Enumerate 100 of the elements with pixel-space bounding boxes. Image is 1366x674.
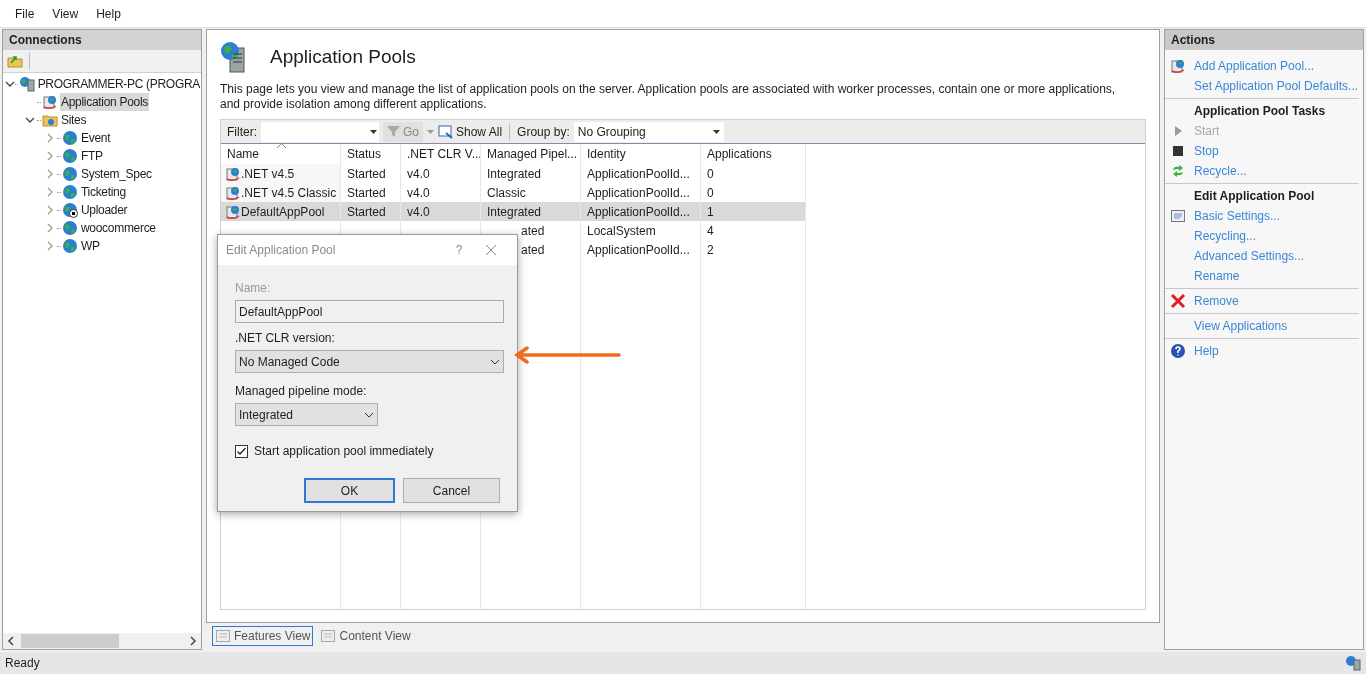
- table-cell-text: ApplicationPoolId...: [587, 165, 690, 183]
- table-cell-text: 0: [707, 165, 714, 183]
- pipeline-label: Managed pipeline mode:: [235, 383, 368, 400]
- tree-item[interactable]: Event: [80, 129, 112, 147]
- column-header[interactable]: Managed Pipel...: [481, 144, 581, 164]
- start-immediately-label: Start application pool immediately: [254, 443, 434, 460]
- pipeline-dropdown[interactable]: Integrated: [235, 403, 378, 426]
- action-link[interactable]: Recycle...: [1194, 162, 1247, 180]
- app-pool-icon: [225, 165, 241, 182]
- tree-item[interactable]: WP: [80, 237, 101, 255]
- clr-label: .NET CLR version:: [235, 330, 336, 347]
- show-all-button[interactable]: Show All: [438, 122, 503, 141]
- app-pool-icon: [42, 94, 58, 110]
- tree-item[interactable]: PROGRAMMER-PC (PROGRA: [36, 75, 201, 93]
- dropdown-caret-icon: [370, 129, 377, 134]
- group-by-label: Group by:: [517, 123, 570, 141]
- filter-field[interactable]: [261, 121, 379, 142]
- table-cell-text: ApplicationPoolId...: [587, 184, 690, 202]
- scroll-left-icon[interactable]: [7, 636, 15, 646]
- table-cell-text: ApplicationPoolId...: [587, 241, 690, 259]
- checkbox[interactable]: [235, 444, 248, 458]
- column-header[interactable]: Applications: [701, 144, 806, 164]
- panel-header: Connections: [3, 30, 201, 50]
- menu-item[interactable]: File: [8, 4, 42, 23]
- name-field[interactable]: DefaultAppPool: [235, 300, 504, 323]
- action-link[interactable]: Help: [1194, 342, 1219, 360]
- tree-item[interactable]: Application Pools: [60, 93, 149, 111]
- action-link[interactable]: Rename: [1194, 267, 1240, 285]
- remove-icon: [1170, 293, 1186, 309]
- panel-header: Actions: [1165, 30, 1363, 50]
- group-by-dropdown[interactable]: No Grouping: [573, 121, 724, 142]
- table-cell-text: v4.0: [407, 184, 430, 202]
- view-tab[interactable]: Features View: [212, 626, 314, 646]
- app-pool-icon: [225, 203, 241, 220]
- tree-item[interactable]: System_Spec: [80, 165, 153, 183]
- server-icon: [18, 76, 35, 92]
- dropdown-caret-icon: [490, 358, 500, 365]
- table-cell-text: ApplicationPoolId...: [587, 203, 690, 221]
- menu-item[interactable]: Help: [89, 4, 128, 23]
- tree-item[interactable]: Ticketing: [80, 183, 127, 201]
- table-row[interactable]: .NET v4.5 Classic Started v4.0 Classic ApplicationPoolId... 0: [221, 183, 806, 202]
- action-link[interactable]: Remove: [1194, 292, 1239, 310]
- table-cell-text: 0: [707, 184, 714, 202]
- action-link[interactable]: Recycling...: [1194, 227, 1257, 245]
- tree-item[interactable]: FTP: [80, 147, 104, 165]
- features-grid-icon: [215, 628, 231, 644]
- help-button[interactable]: ?: [447, 241, 471, 259]
- clr-dropdown[interactable]: No Managed Code: [235, 350, 504, 373]
- column-header[interactable]: Identity: [581, 144, 701, 164]
- documents-icon: [320, 628, 337, 644]
- page-title: Application Pools: [270, 44, 416, 69]
- help-icon: [1170, 343, 1186, 359]
- view-tab[interactable]: Content View: [317, 626, 414, 646]
- app-pool-icon: [225, 184, 241, 201]
- recycle-icon: [1170, 163, 1186, 179]
- funnel-icon: [387, 125, 400, 138]
- show-all-icon: [438, 124, 454, 139]
- name-label: Name:: [235, 280, 272, 297]
- table-cell-text: v4.0: [407, 203, 430, 221]
- filter-label: Filter:: [227, 123, 257, 141]
- ok-button[interactable]: OK: [304, 478, 395, 503]
- menu-item[interactable]: View: [45, 4, 86, 23]
- action-link[interactable]: Advanced Settings...: [1194, 247, 1305, 265]
- tree-item[interactable]: Uploader: [80, 201, 129, 219]
- table-cell-text: Started: [347, 165, 386, 183]
- table-row[interactable]: .NET v4.5 Started v4.0 Integrated ApplicationPoolId... 0: [221, 164, 806, 183]
- table-cell-text: 2: [707, 241, 714, 259]
- folder-icon: [42, 112, 58, 128]
- table-row[interactable]: DefaultAppPool Started v4.0 Integrated ApplicationPoolId... 1: [221, 202, 806, 221]
- cancel-button[interactable]: Cancel: [403, 478, 500, 503]
- column-header[interactable]: Status: [341, 144, 401, 164]
- action-link[interactable]: Stop: [1194, 142, 1219, 160]
- action-link[interactable]: View Applications: [1194, 317, 1288, 335]
- table-cell-text: Classic: [487, 184, 526, 202]
- table-cell-text: Integrated: [487, 203, 542, 221]
- add-pool-icon: [1170, 58, 1186, 74]
- table-cell-text: .NET v4.5: [241, 165, 295, 183]
- table-cell-text: DefaultAppPool: [241, 203, 325, 221]
- dropdown-caret-icon[interactable]: [427, 129, 434, 134]
- dialog-title: Edit Application Pool: [226, 242, 337, 259]
- page-description: This page lets you view and manage the list of application pools on the server. Application pools are associated with worker processes, contain one or more applications, and provide isolation among different applications.: [220, 82, 1117, 112]
- settings-page-icon: [1170, 208, 1186, 224]
- scroll-right-icon[interactable]: [189, 636, 197, 646]
- tree-item[interactable]: woocommerce: [80, 219, 157, 237]
- status-text: Ready: [5, 655, 40, 672]
- section-heading: Edit Application Pool: [1194, 188, 1315, 205]
- action-link[interactable]: Add Application Pool...: [1194, 57, 1315, 75]
- table-cell-text: .NET v4.5 Classic: [241, 184, 337, 202]
- dropdown-caret-icon: [712, 129, 720, 134]
- column-header[interactable]: .NET CLR V...: [401, 144, 481, 164]
- tree-item[interactable]: Sites: [60, 111, 88, 129]
- table-cell-text: 1: [707, 203, 714, 221]
- close-icon[interactable]: [485, 244, 497, 256]
- table-cell-text: LocalSystem: [587, 222, 656, 240]
- action-link[interactable]: Set Application Pool Defaults...: [1194, 77, 1359, 95]
- table-cell-text: Started: [347, 184, 386, 202]
- folder-arrow-icon[interactable]: [7, 53, 23, 69]
- scrollbar-thumb[interactable]: [21, 634, 119, 648]
- action-link[interactable]: Basic Settings...: [1194, 207, 1281, 225]
- dropdown-caret-icon: [364, 411, 374, 418]
